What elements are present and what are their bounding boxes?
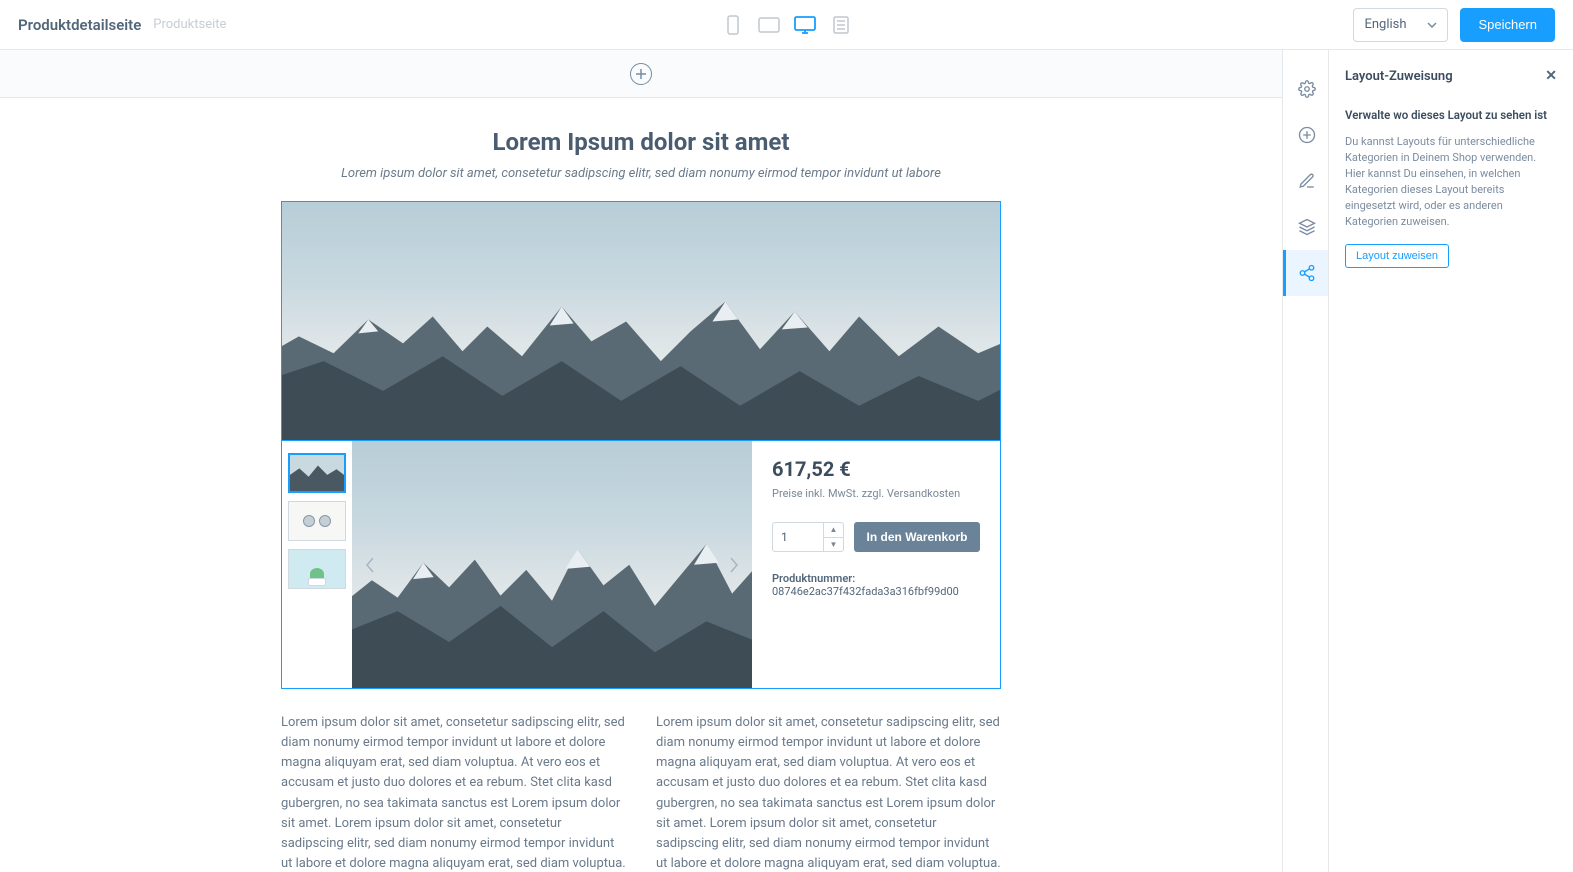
qty-up[interactable]: ▲ [824,523,843,538]
mountain-illustration [352,503,752,688]
device-tablet-icon[interactable] [755,11,783,39]
gear-icon [1298,80,1316,98]
save-button[interactable]: Speichern [1460,8,1555,42]
panel-description: Du kannst Layouts für unterschiedliche K… [1345,134,1557,230]
plus-icon [635,68,647,80]
product-block[interactable]: 617,52 € Preise inkl. MwSt. zzgl. Versan… [281,441,1001,689]
rail-layers[interactable] [1283,204,1328,250]
add-block-bar [0,50,1282,98]
device-form-icon[interactable] [827,11,855,39]
device-switcher [719,11,855,39]
layers-icon [1298,218,1316,236]
assign-layout-button[interactable]: Layout zuweisen [1345,244,1449,268]
mountain-illustration [282,262,1000,441]
add-block-button[interactable] [630,63,652,85]
rail-edit[interactable] [1283,158,1328,204]
device-mobile-icon[interactable] [719,11,747,39]
thumbnail-list [282,441,352,688]
text-column-1: Lorem ipsum dolor sit amet, consetetur s… [281,713,626,872]
panel-title: Layout-Zuweisung [1345,69,1453,84]
carousel-next[interactable] [720,545,748,585]
qty-down[interactable]: ▼ [824,538,843,552]
product-info: 617,52 € Preise inkl. MwSt. zzgl. Versan… [752,441,1000,688]
canvas-scroll[interactable]: Lorem Ipsum dolor sit amet Lorem ipsum d… [0,50,1282,872]
product-price: 617,52 € [772,457,980,481]
thumbnail-plant[interactable] [288,549,346,589]
sidebar-rail [1282,50,1328,872]
breadcrumb: Produktseite [153,17,226,32]
text-columns: Lorem ipsum dolor sit amet, consetetur s… [281,713,1001,872]
add-to-cart-button[interactable]: In den Warenkorb [854,522,980,552]
sku-label: Produktnummer: [772,572,855,585]
sku-value: 08746e2ac37f432fada3a316fbf99d00 [772,585,959,598]
plus-circle-icon [1298,126,1316,144]
quantity-stepper[interactable]: 1 ▲ ▼ [772,522,844,552]
chevron-left-icon [365,557,375,573]
share-icon [1298,264,1316,282]
content-heading: Lorem Ipsum dolor sit amet [281,128,1001,156]
side-panel: Layout-Zuweisung ✕ Verwalte wo dieses La… [1328,50,1573,872]
edit-icon [1298,172,1316,190]
carousel-prev[interactable] [356,545,384,585]
chevron-right-icon [729,557,739,573]
content-area: Lorem Ipsum dolor sit amet Lorem ipsum d… [261,98,1021,872]
rail-settings[interactable] [1283,66,1328,112]
content-subtitle: Lorem ipsum dolor sit amet, consetetur s… [281,166,1001,181]
thumbnail-sunglasses[interactable] [288,501,346,541]
page-title: Produktdetailseite [18,16,141,34]
rail-add[interactable] [1283,112,1328,158]
topbar: Produktdetailseite Produktseite English … [0,0,1573,50]
language-select[interactable]: English [1353,8,1448,42]
price-note: Preise inkl. MwSt. zzgl. Versandkosten [772,487,980,500]
text-column-2: Lorem ipsum dolor sit amet, consetetur s… [656,713,1001,872]
device-desktop-icon[interactable] [791,11,819,39]
panel-close[interactable]: ✕ [1545,68,1557,84]
product-main-image[interactable] [352,441,752,688]
language-label: English [1364,17,1406,32]
thumbnail-mountain[interactable] [288,453,346,493]
panel-subtitle: Verwalte wo dieses Layout zu sehen ist [1345,108,1557,122]
quantity-value: 1 [781,530,788,544]
chevron-down-icon [1427,22,1437,28]
hero-image-block[interactable] [281,201,1001,441]
rail-share[interactable] [1283,250,1328,296]
